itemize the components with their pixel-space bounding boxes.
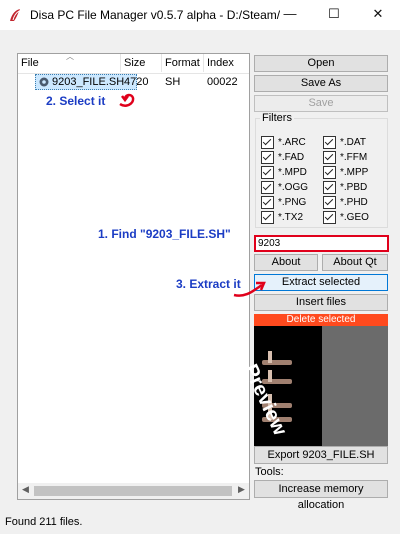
filter-checkbox[interactable]: *.FAD	[261, 151, 304, 164]
title-bar: Disa PC File Manager v0.5.7 alpha - D:/S…	[0, 0, 400, 30]
file-row-selected[interactable]: 9203_FILE.SH	[35, 74, 137, 90]
checkbox-checked-icon[interactable]	[323, 136, 336, 149]
sort-up-icon: ︿	[66, 52, 74, 61]
file-size-cell: 4720	[124, 76, 149, 88]
file-format-cell: SH	[165, 76, 181, 88]
filter-checkbox[interactable]: *.MPP	[323, 166, 368, 179]
filter-checkbox[interactable]: *.TX2	[261, 211, 303, 224]
checkbox-checked-icon[interactable]	[323, 196, 336, 209]
file-list-header: File ︿ Size Format Index	[18, 52, 249, 74]
scroll-right-icon[interactable]: ▶	[238, 484, 245, 495]
insert-files-button[interactable]: Insert files	[254, 294, 388, 311]
checkbox-checked-icon[interactable]	[261, 166, 274, 179]
status-text: Found 211 files.	[5, 516, 83, 528]
filter-checkbox[interactable]: *.DAT	[323, 136, 366, 149]
column-header-file[interactable]: File	[21, 57, 39, 69]
checkbox-checked-icon[interactable]	[261, 136, 274, 149]
checkbox-checked-icon[interactable]	[323, 166, 336, 179]
filter-checkbox[interactable]: *.FFM	[323, 151, 367, 164]
file-index-cell: 00022	[207, 76, 238, 88]
open-button[interactable]: Open	[254, 55, 388, 72]
about-qt-button[interactable]: About Qt	[322, 254, 388, 271]
checkbox-checked-icon[interactable]	[323, 181, 336, 194]
maximize-button[interactable]: ☐	[312, 0, 356, 30]
file-name-cell: 9203_FILE.SH	[52, 76, 125, 88]
filter-checkbox[interactable]: *.PBD	[323, 181, 367, 194]
tools-label: Tools:	[255, 466, 284, 478]
minimize-button[interactable]: —	[268, 0, 312, 30]
preview-pane: Preview	[239, 326, 388, 446]
increase-memory-button[interactable]: Increase memory allocation	[254, 480, 388, 511]
checkbox-checked-icon[interactable]	[261, 211, 274, 224]
curved-arrow-icon	[119, 93, 135, 107]
column-header-format[interactable]: Format	[165, 57, 200, 69]
window-title: Disa PC File Manager v0.5.7 alpha - D:/S…	[30, 8, 280, 22]
app-logo-icon	[10, 9, 20, 21]
filter-checkbox[interactable]: *.ARC	[261, 136, 306, 149]
annotation-step-3: 3. Extract it	[176, 277, 241, 291]
column-header-index[interactable]: Index	[207, 57, 234, 69]
scroll-left-icon[interactable]: ◀	[22, 484, 29, 495]
filter-checkbox[interactable]: *.MPD	[261, 166, 307, 179]
save-button[interactable]: Save	[254, 95, 388, 112]
checkbox-checked-icon[interactable]	[261, 181, 274, 194]
search-input[interactable]: 9203	[254, 235, 389, 252]
checkbox-checked-icon[interactable]	[323, 211, 336, 224]
status-bar: Found 211 files.	[0, 512, 400, 534]
extract-selected-button[interactable]: Extract selected	[254, 274, 388, 291]
close-button[interactable]: ✕	[356, 0, 400, 30]
horizontal-scrollbar[interactable]: ◀ ▶	[18, 483, 249, 499]
annotation-step-2: 2. Select it	[46, 94, 106, 108]
checkbox-checked-icon[interactable]	[261, 151, 274, 164]
scrollbar-thumb[interactable]	[34, 486, 232, 496]
delete-selected-button[interactable]: Delete selected	[254, 314, 388, 326]
filter-checkbox[interactable]: *.PHD	[323, 196, 368, 209]
gear-file-icon	[39, 77, 49, 87]
export-button[interactable]: Export 9203_FILE.SH	[254, 446, 388, 464]
filter-checkbox[interactable]: *.GEO	[323, 211, 369, 224]
curved-arrow-icon	[233, 281, 266, 297]
checkbox-checked-icon[interactable]	[261, 196, 274, 209]
about-button[interactable]: About	[254, 254, 318, 271]
column-header-size[interactable]: Size	[124, 57, 145, 69]
checkbox-checked-icon[interactable]	[323, 151, 336, 164]
filters-title: Filters	[260, 112, 294, 124]
filter-checkbox[interactable]: *.OGG	[261, 181, 308, 194]
filter-checkbox[interactable]: *.PNG	[261, 196, 306, 209]
annotation-step-1: 1. Find "9203_FILE.SH"	[98, 227, 231, 241]
save-as-button[interactable]: Save As	[254, 75, 388, 92]
